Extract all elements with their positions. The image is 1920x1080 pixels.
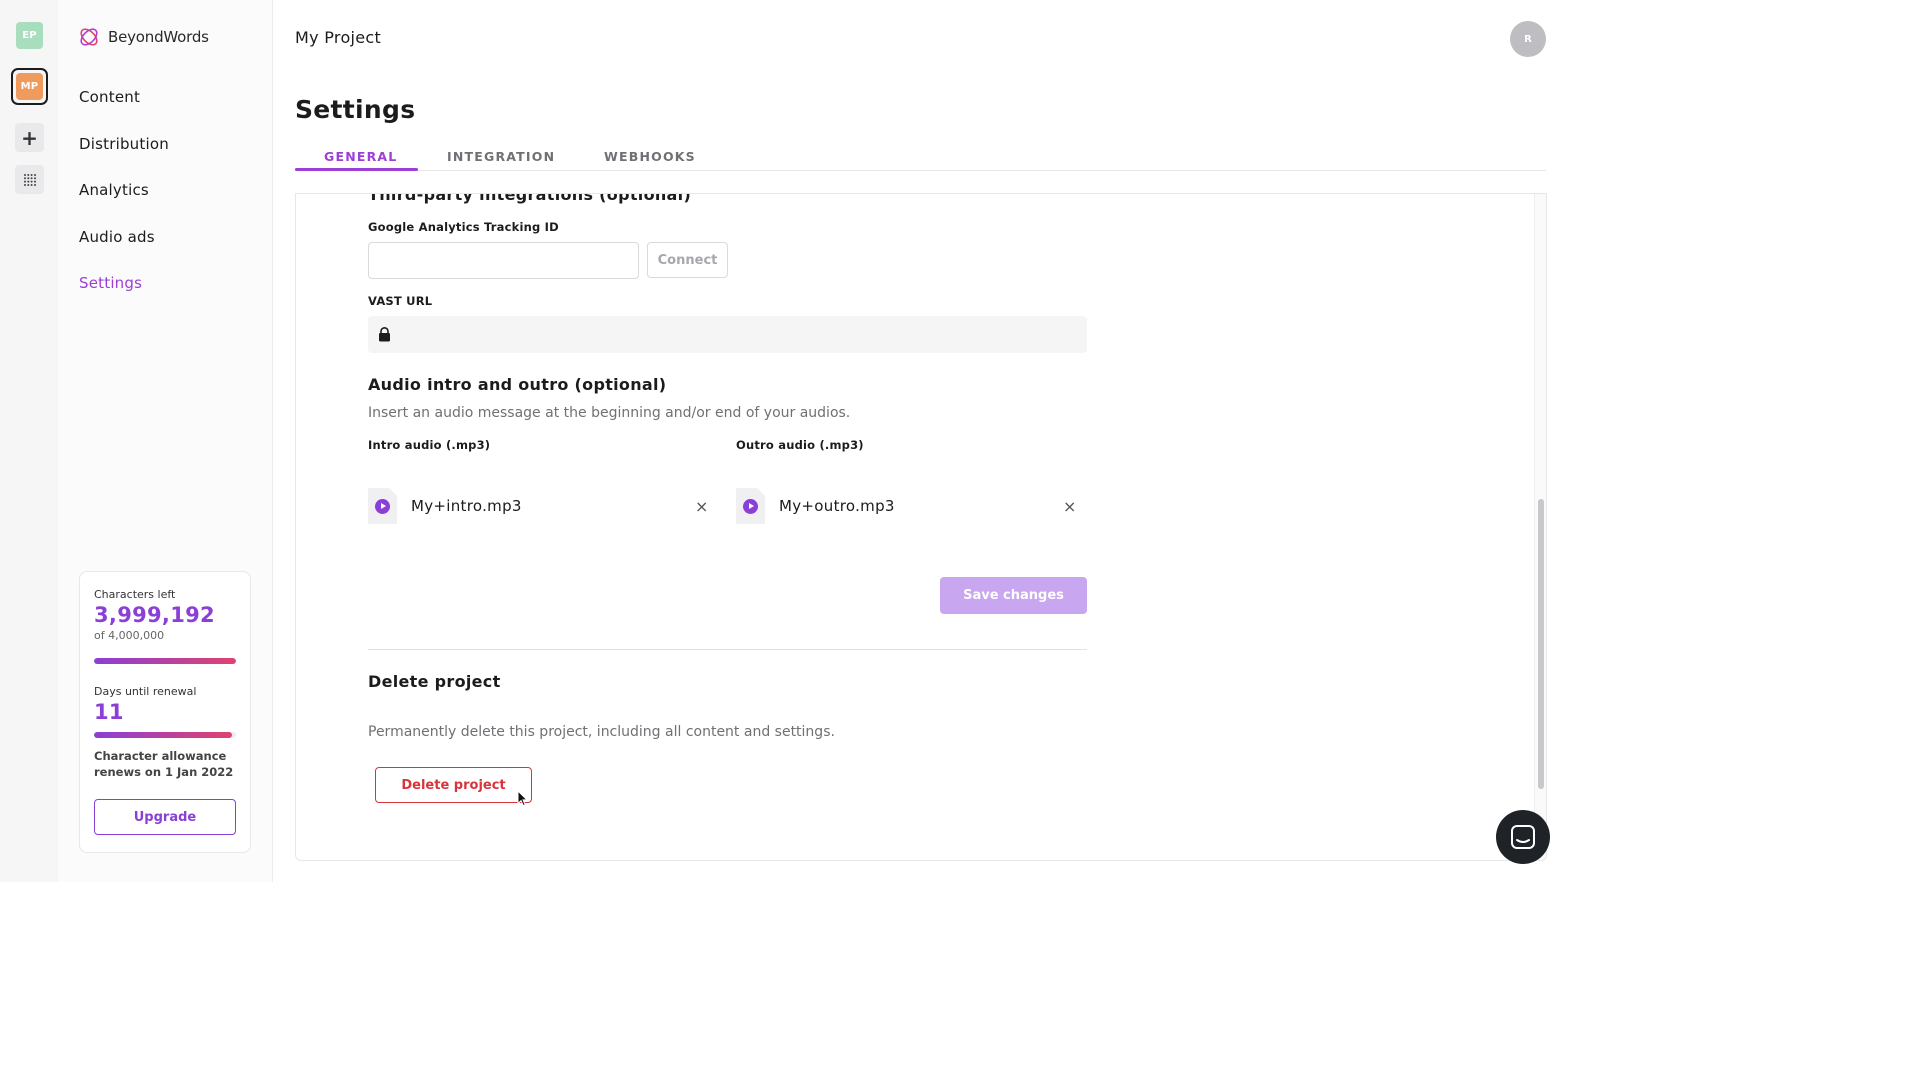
play-icon[interactable] (375, 499, 390, 514)
nav-item-distribution[interactable]: Distribution (79, 132, 169, 179)
tab-webhooks[interactable]: WEBHOOKS (604, 149, 696, 164)
user-avatar[interactable]: R (1510, 21, 1546, 57)
apps-grid-button[interactable] (15, 165, 44, 194)
nav-item-audio-ads[interactable]: Audio ads (79, 225, 169, 272)
ga-tracking-label: Google Analytics Tracking ID (368, 220, 559, 234)
remove-intro-audio-icon[interactable]: × (695, 497, 708, 516)
characters-progress-bar (94, 658, 236, 664)
play-icon[interactable] (743, 499, 758, 514)
beyondwords-logo-icon (80, 28, 98, 46)
nav-item-analytics[interactable]: Analytics (79, 178, 169, 225)
usage-card: Characters left 3,999,192 of 4,000,000 D… (79, 571, 251, 853)
audio-file-icon (736, 488, 765, 524)
section-divider (368, 649, 1087, 650)
vast-url-label: VAST URL (368, 294, 433, 308)
allowance-renewal-note: Character allowance renews on 1 Jan 2022 (94, 749, 234, 779)
mouse-pointer-icon (517, 790, 528, 807)
delete-project-button[interactable]: Delete project (375, 767, 532, 803)
lock-icon (379, 327, 390, 342)
intro-audio-label: Intro audio (.mp3) (368, 438, 491, 452)
characters-left-value: 3,999,192 (94, 603, 215, 627)
outro-audio-filename: My+outro.mp3 (779, 497, 895, 515)
project-rail: EP MP + (0, 0, 58, 882)
scrollbar-thumb[interactable] (1538, 499, 1544, 789)
intro-audio-filename: My+intro.mp3 (411, 497, 522, 515)
tab-general[interactable]: GENERAL (324, 149, 397, 164)
chat-launcher-button[interactable] (1496, 810, 1550, 864)
nav-item-content[interactable]: Content (79, 85, 169, 132)
characters-total: of 4,000,000 (94, 629, 165, 642)
nav-item-settings[interactable]: Settings (79, 271, 169, 318)
audio-intro-outro-description: Insert an audio message at the beginning… (368, 405, 851, 421)
characters-progress-fill (94, 658, 236, 664)
ga-tracking-input[interactable] (368, 242, 639, 279)
active-tab-indicator (295, 168, 418, 171)
plus-icon: + (21, 125, 38, 150)
save-changes-button[interactable]: Save changes (940, 577, 1087, 614)
integrations-heading: Third-party integrations (optional) (368, 193, 692, 204)
grid-icon (23, 173, 36, 186)
days-until-renewal-label: Days until renewal (94, 685, 197, 698)
days-until-renewal-value: 11 (94, 700, 124, 724)
settings-panel: Third-party integrations (optional) Goog… (295, 193, 1547, 861)
settings-tabs: GENERAL INTEGRATION WEBHOOKS (295, 145, 1546, 171)
intro-audio-file: My+intro.mp3 (368, 488, 522, 524)
chat-bubble-icon (1511, 825, 1535, 849)
project-badge-mp[interactable]: MP (16, 73, 43, 100)
audio-file-icon (368, 488, 397, 524)
breadcrumb-project[interactable]: My Project (295, 28, 381, 47)
brand-name: BeyondWords (108, 28, 209, 46)
project-badge-mp-selected[interactable]: MP (11, 68, 48, 105)
delete-project-description: Permanently delete this project, includi… (368, 724, 835, 740)
days-progress-fill (94, 732, 232, 738)
delete-project-heading: Delete project (368, 672, 501, 691)
main-nav: Content Distribution Analytics Audio ads… (79, 85, 169, 318)
add-project-button[interactable]: + (15, 123, 44, 152)
vast-url-field[interactable] (368, 316, 1087, 353)
panel-scrollbar[interactable] (1534, 194, 1546, 860)
tab-integration[interactable]: INTEGRATION (447, 149, 555, 164)
outro-audio-label: Outro audio (.mp3) (736, 438, 864, 452)
project-badge-ep[interactable]: EP (16, 22, 43, 49)
days-progress-bar (94, 732, 236, 738)
connect-button[interactable]: Connect (647, 242, 728, 278)
brand-logo[interactable]: BeyondWords (78, 26, 209, 48)
sidebar: BeyondWords Content Distribution Analyti… (58, 0, 273, 882)
audio-intro-outro-heading: Audio intro and outro (optional) (368, 375, 667, 394)
outro-audio-file: My+outro.mp3 (736, 488, 895, 524)
page-title: Settings (295, 95, 416, 124)
remove-outro-audio-icon[interactable]: × (1063, 497, 1076, 516)
characters-left-label: Characters left (94, 588, 176, 601)
upgrade-button[interactable]: Upgrade (94, 799, 236, 835)
